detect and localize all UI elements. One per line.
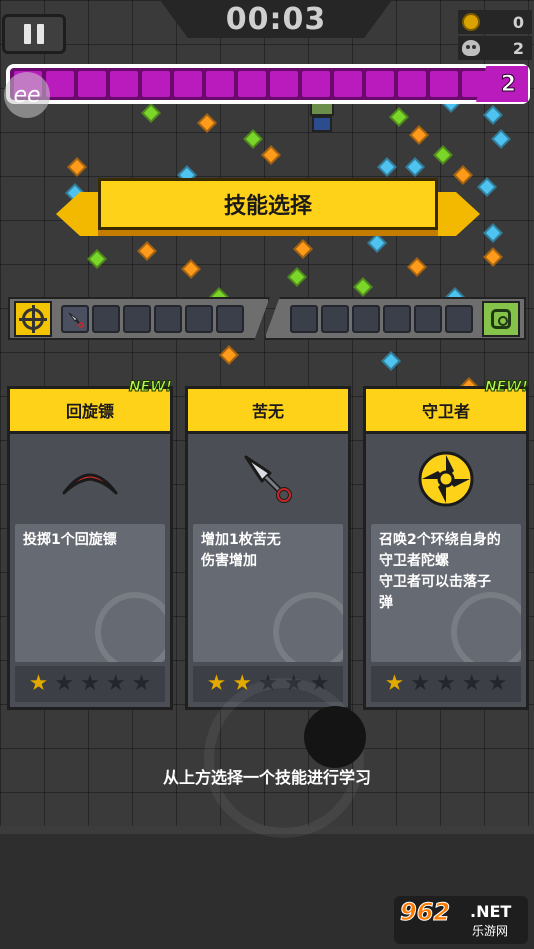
weapon-slots-panel — [8, 297, 270, 340]
skill-icon-area — [366, 434, 526, 524]
xp-segment — [334, 71, 362, 97]
skill-icon-area — [10, 434, 170, 524]
star-empty-icon: ★ — [131, 671, 152, 696]
timer: 00:03 — [225, 1, 327, 37]
xp-segment — [46, 71, 74, 97]
level-number: 2 — [500, 71, 516, 97]
crosshair-watermark-icon — [95, 592, 165, 662]
gear-box-icon — [491, 308, 511, 329]
passive-slots-panel — [264, 297, 526, 340]
pause-button[interactable] — [2, 14, 66, 54]
skill-level-stars: ★ ★ ★ ★ ★ — [15, 666, 165, 702]
weapon-slot-empty — [185, 304, 213, 333]
crosshair-watermark-icon — [273, 592, 343, 662]
star-empty-icon: ★ — [461, 671, 482, 696]
kunai-icon — [244, 455, 292, 503]
new-badge: NEW! — [484, 379, 528, 396]
star-empty-icon: ★ — [436, 671, 456, 696]
pause-icon — [24, 24, 31, 44]
star-filled-icon: ★ — [384, 671, 405, 696]
star-empty-icon: ★ — [487, 671, 508, 696]
xp-segment — [366, 71, 394, 97]
xp-segment — [206, 71, 234, 97]
skill-card-header: 苦无 — [188, 389, 348, 434]
skill-name: 苦无 — [251, 402, 284, 421]
skill-level-stars: ★ ★ ★ ★ ★ — [371, 666, 521, 702]
xp-segment — [302, 71, 330, 97]
skill-description-box: 召唤2个环绕自身的 守卫者陀螺 守卫者可以击落子 弹 — [371, 524, 521, 662]
kill-counter: 2 — [458, 36, 532, 60]
new-badge: NEW! — [128, 379, 172, 396]
star-filled-icon: ★ — [206, 671, 227, 696]
skill-name: 守卫者 — [421, 402, 470, 421]
star-empty-icon: ★ — [410, 671, 431, 696]
shuriken-icon — [418, 451, 474, 507]
passive-slot-empty — [321, 304, 349, 333]
skill-select-banner: 技能选择 — [56, 178, 480, 242]
joystick-knob[interactable] — [304, 706, 366, 768]
coin-count: 0 — [512, 12, 524, 32]
page-title: 技能选择 — [223, 194, 312, 219]
xp-segment — [238, 71, 266, 97]
skill-description-box: 投掷1个回旋镖 — [15, 524, 165, 662]
hint-text: 从上方选择一个技能进行学习 — [162, 768, 371, 787]
site-logo: 962 .NET 乐游网 — [394, 896, 528, 944]
passive-slot-empty — [352, 304, 380, 333]
skill-card[interactable]: 回旋镖 NEW! 投掷1个回旋镖 ★ ★ ★ ★ ★ — [7, 379, 173, 710]
skill-description: 召唤2个环绕自身的 守卫者陀螺 守卫者可以击落子 弹 — [379, 532, 501, 611]
overlay-logo: ee — [4, 72, 50, 118]
skull-icon — [462, 40, 480, 56]
weapon-slot-kunai — [61, 304, 89, 333]
skill-description: 投掷1个回旋镖 — [23, 532, 117, 548]
weapon-slot-empty — [216, 304, 244, 333]
weapons-category-box — [14, 300, 52, 337]
skill-name: 回旋镖 — [65, 402, 114, 421]
passive-slot-empty — [445, 304, 473, 333]
coin-icon — [462, 13, 480, 31]
weapon-slot-empty — [154, 304, 182, 333]
crosshair-icon — [19, 304, 47, 333]
weapon-slot-empty — [123, 304, 151, 333]
coin-counter: 0 — [458, 10, 532, 34]
star-filled-icon: ★ — [28, 671, 49, 696]
star-empty-icon: ★ — [54, 671, 75, 696]
xp-segment — [174, 71, 202, 97]
star-empty-icon: ★ — [80, 671, 100, 696]
skill-card-header: 守卫者 NEW! — [366, 379, 529, 434]
xp-bar — [6, 64, 530, 104]
timer-panel: 00:03 — [160, 0, 392, 38]
xp-segment — [142, 71, 170, 97]
skill-description-box: 增加1枚苦无 伤害增加 — [193, 524, 343, 662]
skill-card[interactable]: 守卫者 NEW! 召唤2个环绕自身的 守卫者陀螺 守卫者可以击落子 弹 ★ ★ ★ ★ ★ — [363, 379, 529, 710]
kunai-icon — [68, 312, 84, 328]
xp-segment — [398, 71, 426, 97]
xp-segment — [78, 71, 106, 97]
weapon-slot-empty — [92, 304, 120, 333]
boomerang-icon — [62, 473, 118, 495]
xp-fill — [10, 68, 526, 100]
skill-icon-area — [188, 434, 348, 524]
skill-card[interactable]: 苦无 增加1枚苦无 伤害增加 ★ ★ ★ ★ ★ — [185, 386, 351, 710]
passive-slot-empty — [414, 304, 442, 333]
passive-slot-empty — [290, 304, 318, 333]
skill-card-header: 回旋镖 NEW! — [10, 379, 173, 434]
xp-segment — [110, 71, 138, 97]
passives-category-box — [482, 300, 520, 337]
passive-slot-empty — [383, 304, 411, 333]
xp-segment — [430, 71, 458, 97]
star-empty-icon: ★ — [105, 671, 126, 696]
skill-description: 增加1枚苦无 伤害增加 — [201, 532, 281, 569]
xp-segment — [270, 71, 298, 97]
kill-count: 2 — [512, 38, 524, 58]
